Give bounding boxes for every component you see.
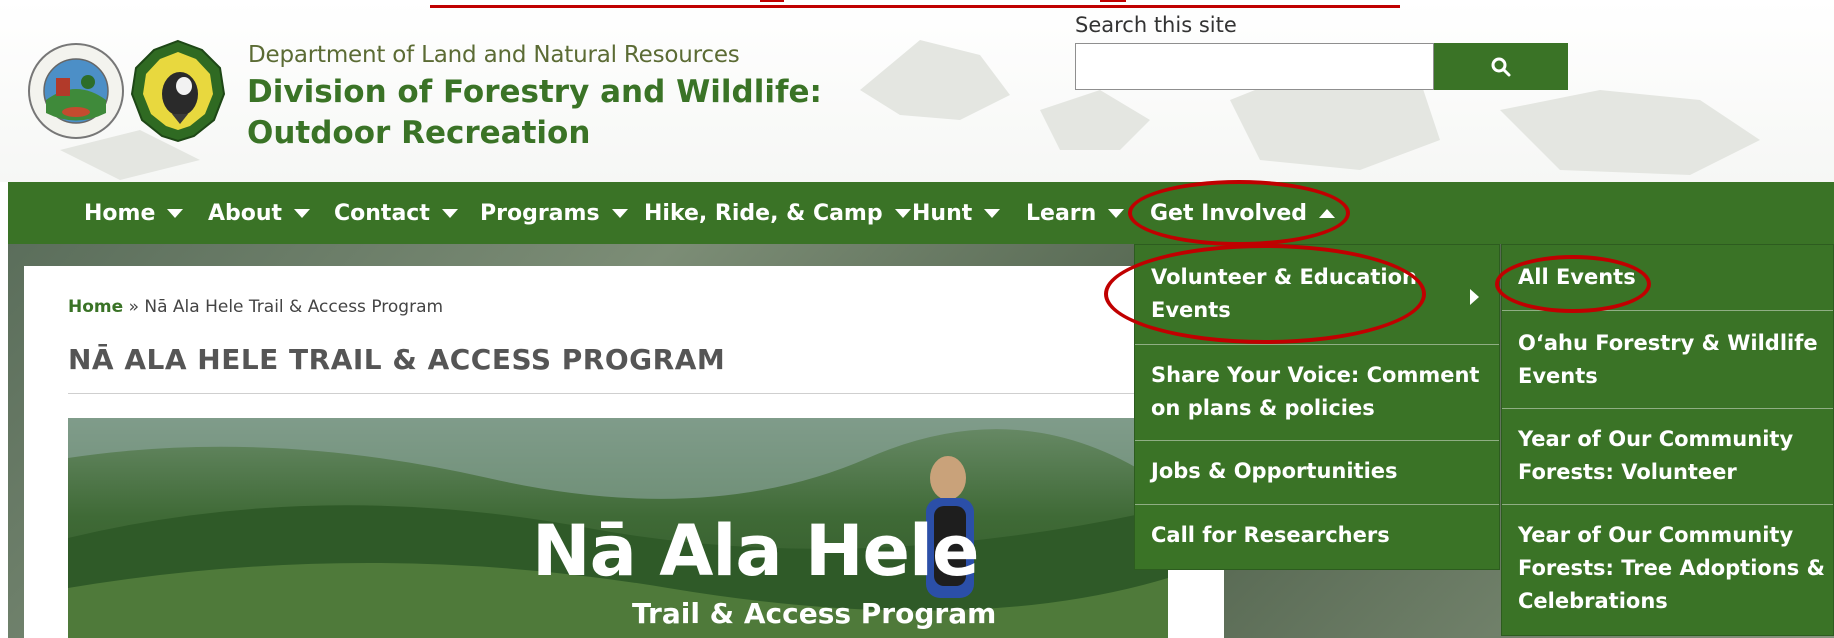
- nav-item-home[interactable]: Home: [84, 182, 184, 244]
- menu-item-label: Jobs & Opportunities: [1151, 459, 1398, 483]
- title-divider: [68, 393, 1168, 394]
- chevron-right-icon: [1470, 289, 1479, 305]
- search-icon: [1491, 57, 1511, 76]
- caret-down-icon: [894, 208, 911, 218]
- nav-item-hunt[interactable]: Hunt: [912, 182, 1001, 244]
- menu-item-call-for-researchers[interactable]: Call for Researchers: [1135, 505, 1499, 569]
- menu-item-oahu-events[interactable]: O‘ahu Forestry & Wildlife Events: [1502, 311, 1833, 409]
- nav-item-contact[interactable]: Contact: [334, 182, 458, 244]
- search-label: Search this site: [1075, 13, 1237, 37]
- nav-item-label: Programs: [480, 200, 600, 226]
- division-name[interactable]: Division of Forestry and Wildlife: Outdo…: [247, 72, 947, 154]
- nav-item-hike-ride-camp[interactable]: Hike, Ride, & Camp: [644, 182, 911, 244]
- nav-item-label: Hunt: [912, 200, 973, 226]
- page-title: NĀ ALA HELE TRAIL & ACCESS PROGRAM: [68, 343, 726, 376]
- breadcrumb: Home » Nā Ala Hele Trail & Access Progra…: [68, 297, 443, 317]
- menu-item-share-your-voice[interactable]: Share Your Voice: Comment on plans & pol…: [1135, 345, 1499, 441]
- search-button[interactable]: [1434, 43, 1568, 90]
- department-name[interactable]: Department of Land and Natural Resources: [248, 42, 740, 68]
- caret-down-icon: [167, 208, 184, 218]
- menu-item-community-forests-tree-adoptions[interactable]: Year of Our Community Forests: Tree Adop…: [1502, 505, 1833, 637]
- breadcrumb-current: Nā Ala Hele Trail & Access Program: [144, 297, 444, 317]
- caret-down-icon: [1108, 208, 1125, 218]
- menu-item-label: Year of Our Community Forests: Tree Adop…: [1518, 523, 1825, 613]
- caret-down-icon: [984, 208, 1001, 218]
- menu-item-label: Year of Our Community Forests: Volunteer: [1518, 427, 1794, 484]
- caret-down-icon: [611, 208, 628, 218]
- nav-item-programs[interactable]: Programs: [480, 182, 628, 244]
- nav-item-label: Learn: [1026, 200, 1097, 226]
- annotation-circle-all-events: [1495, 255, 1651, 313]
- breadcrumb-home-link[interactable]: Home: [68, 297, 123, 317]
- banner-subtitle: Trail & Access Program: [632, 597, 997, 630]
- nav-item-label: About: [208, 200, 283, 226]
- nav-item-label: Hike, Ride, & Camp: [644, 200, 883, 226]
- caret-down-icon: [441, 208, 458, 218]
- nav-item-learn[interactable]: Learn: [1026, 182, 1125, 244]
- search-input[interactable]: [1075, 43, 1434, 90]
- dofaw-logo[interactable]: [128, 38, 228, 144]
- site-header: Department of Land and Natural Resources…: [0, 0, 1834, 182]
- main-navigation: Home About Contact Programs Hike, Ride, …: [8, 182, 1834, 244]
- nav-item-label: Home: [84, 200, 156, 226]
- nav-item-label: Contact: [334, 200, 430, 226]
- annotation-cut-text: [430, 0, 1400, 8]
- menu-item-label: Call for Researchers: [1151, 523, 1390, 547]
- menu-item-label: O‘ahu Forestry & Wildlife Events: [1518, 331, 1818, 388]
- breadcrumb-separator: »: [128, 297, 139, 317]
- annotation-circle-get-involved: [1128, 180, 1350, 246]
- menu-item-community-forests-volunteer[interactable]: Year of Our Community Forests: Volunteer: [1502, 409, 1833, 505]
- dlnr-seal-logo[interactable]: [26, 38, 126, 144]
- menu-item-label: Share Your Voice: Comment on plans & pol…: [1151, 363, 1480, 420]
- annotation-circle-volunteer-events: [1104, 244, 1426, 344]
- menu-item-jobs-opportunities[interactable]: Jobs & Opportunities: [1135, 441, 1499, 505]
- caret-down-icon: [294, 208, 311, 218]
- banner-title: Nā Ala Hele: [532, 510, 979, 592]
- nav-item-about[interactable]: About: [208, 182, 311, 244]
